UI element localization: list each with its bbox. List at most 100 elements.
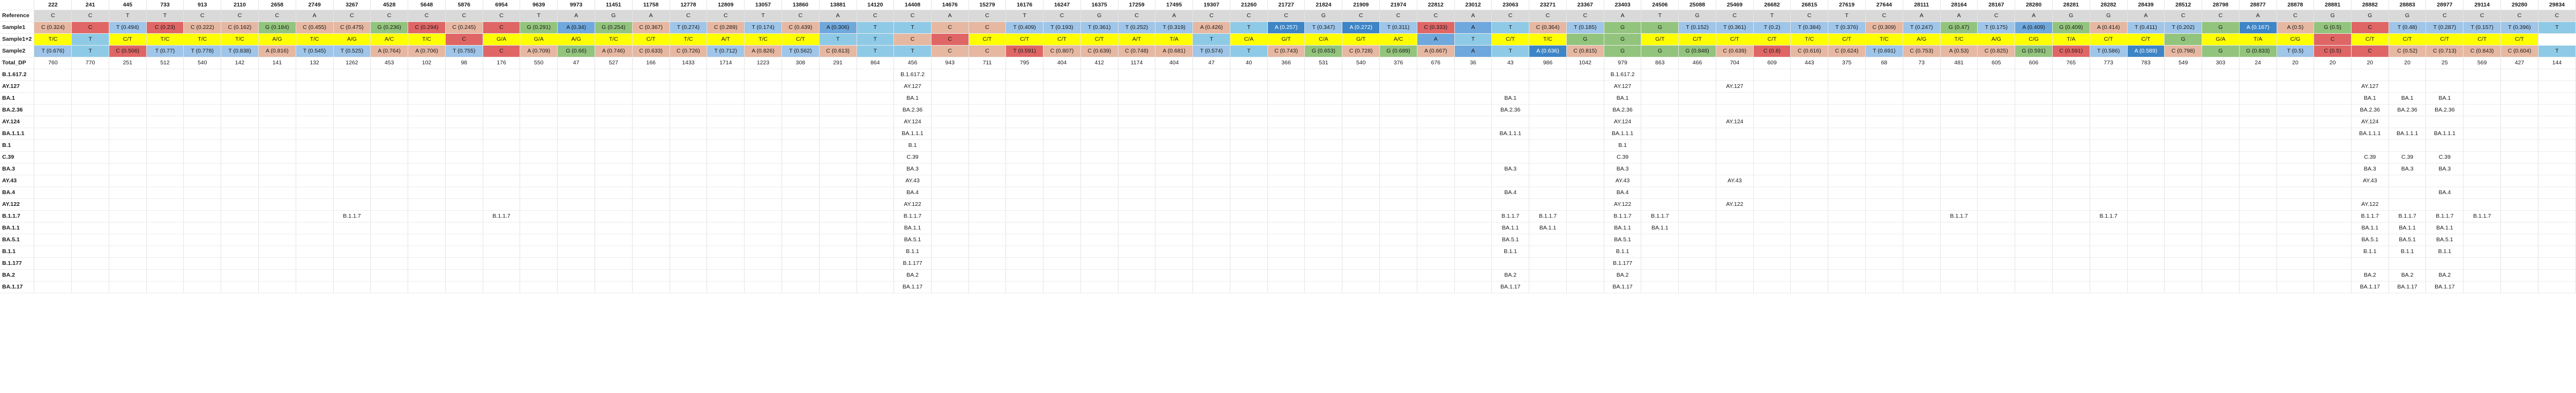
table-cell[interactable] <box>1828 222 1866 234</box>
table-cell[interactable] <box>1977 198 2016 211</box>
table-cell[interactable] <box>146 163 184 175</box>
table-cell[interactable] <box>2500 139 2539 152</box>
table-cell[interactable] <box>2538 163 2576 175</box>
table-cell[interactable]: 28167 <box>1977 0 2016 10</box>
table-cell[interactable]: T/C <box>183 33 222 46</box>
table-cell[interactable] <box>1267 116 1305 128</box>
table-cell[interactable] <box>258 128 296 140</box>
table-cell[interactable] <box>2389 187 2427 199</box>
table-cell[interactable] <box>1903 210 1941 223</box>
table-cell[interactable] <box>1865 163 1903 175</box>
table-cell[interactable] <box>1566 257 1604 270</box>
table-cell[interactable] <box>1155 69 1193 81</box>
table-cell[interactable]: C <box>1865 10 1903 22</box>
table-cell[interactable]: BA.1.1 <box>1491 222 1530 234</box>
table-cell[interactable] <box>1155 128 1193 140</box>
table-cell[interactable] <box>2015 128 2053 140</box>
table-cell[interactable] <box>1304 151 1343 164</box>
table-cell[interactable] <box>857 246 895 258</box>
table-cell[interactable] <box>2277 198 2315 211</box>
table-cell[interactable] <box>819 257 857 270</box>
table-cell[interactable]: 166 <box>632 57 670 69</box>
table-cell[interactable] <box>34 80 72 93</box>
table-cell[interactable] <box>408 175 446 187</box>
table-cell[interactable] <box>2425 80 2464 93</box>
table-cell[interactable] <box>707 222 745 234</box>
table-cell[interactable] <box>931 116 969 128</box>
table-cell[interactable] <box>632 187 670 199</box>
table-cell[interactable] <box>1566 187 1604 199</box>
table-cell[interactable] <box>2127 269 2165 281</box>
table-cell[interactable] <box>2277 139 2315 152</box>
table-cell[interactable] <box>1379 257 1417 270</box>
table-cell[interactable] <box>445 80 483 93</box>
table-cell[interactable] <box>258 222 296 234</box>
table-cell[interactable]: C <box>2164 10 2203 22</box>
table-cell[interactable] <box>2090 234 2128 246</box>
table-cell[interactable]: 412 <box>1080 57 1118 69</box>
table-cell[interactable] <box>1155 175 1193 187</box>
table-cell[interactable] <box>1753 69 1791 81</box>
table-cell[interactable] <box>744 175 782 187</box>
table-cell[interactable] <box>1454 269 1492 281</box>
table-cell[interactable] <box>1080 246 1118 258</box>
table-cell[interactable] <box>1155 210 1193 223</box>
table-cell[interactable] <box>670 69 708 81</box>
table-cell[interactable]: 21909 <box>1342 0 1380 10</box>
table-cell[interactable] <box>782 257 820 270</box>
table-cell[interactable] <box>2164 187 2203 199</box>
table-cell[interactable]: C <box>1716 10 1754 22</box>
table-cell[interactable] <box>857 128 895 140</box>
table-cell[interactable] <box>370 246 409 258</box>
table-cell[interactable] <box>408 104 446 116</box>
table-cell[interactable] <box>1080 198 1118 211</box>
table-cell[interactable] <box>333 92 371 105</box>
table-cell[interactable] <box>2538 210 2576 223</box>
table-cell[interactable] <box>2127 92 2165 105</box>
table-cell[interactable] <box>968 92 1007 105</box>
table-cell[interactable]: G (0.689) <box>1379 45 1417 57</box>
table-cell[interactable] <box>1678 234 1716 246</box>
table-cell[interactable]: C (0.309) <box>1865 21 1903 34</box>
table-cell[interactable] <box>1379 69 1417 81</box>
table-cell[interactable] <box>670 257 708 270</box>
table-cell[interactable] <box>2463 234 2502 246</box>
table-cell[interactable]: 24506 <box>1641 0 1679 10</box>
table-cell[interactable]: C <box>183 10 222 22</box>
table-cell[interactable] <box>707 175 745 187</box>
table-cell[interactable]: 14120 <box>857 0 895 10</box>
table-cell[interactable] <box>819 246 857 258</box>
table-cell[interactable] <box>2015 210 2053 223</box>
table-cell[interactable] <box>1192 80 1231 93</box>
table-cell[interactable]: 704 <box>1716 57 1754 69</box>
table-cell[interactable] <box>557 198 595 211</box>
table-cell[interactable] <box>2463 116 2502 128</box>
table-cell[interactable] <box>34 234 72 246</box>
table-cell[interactable]: A (0.667) <box>1417 45 1455 57</box>
table-cell[interactable] <box>2090 163 2128 175</box>
table-cell[interactable] <box>1005 269 1044 281</box>
table-cell[interactable]: BA.1 <box>2425 92 2464 105</box>
table-cell[interactable] <box>1753 151 1791 164</box>
table-cell[interactable] <box>221 246 259 258</box>
table-cell[interactable] <box>333 222 371 234</box>
table-cell[interactable] <box>1566 163 1604 175</box>
table-cell[interactable] <box>221 187 259 199</box>
table-cell[interactable] <box>1903 116 1941 128</box>
row-label[interactable]: Sample2 <box>0 45 35 57</box>
table-cell[interactable] <box>296 128 334 140</box>
table-cell[interactable]: T (0.409) <box>1005 21 1044 34</box>
table-cell[interactable]: 28282 <box>2090 0 2128 10</box>
table-cell[interactable] <box>1940 80 1978 93</box>
table-cell[interactable] <box>857 210 895 223</box>
table-cell[interactable] <box>1230 80 1268 93</box>
table-cell[interactable] <box>1716 257 1754 270</box>
table-cell[interactable] <box>2202 92 2240 105</box>
table-cell[interactable]: C (0.289) <box>707 21 745 34</box>
table-cell[interactable] <box>146 198 184 211</box>
table-cell[interactable] <box>109 69 147 81</box>
table-cell[interactable] <box>146 269 184 281</box>
table-cell[interactable] <box>483 187 521 199</box>
table-cell[interactable] <box>2052 269 2090 281</box>
table-cell[interactable] <box>1118 139 1156 152</box>
